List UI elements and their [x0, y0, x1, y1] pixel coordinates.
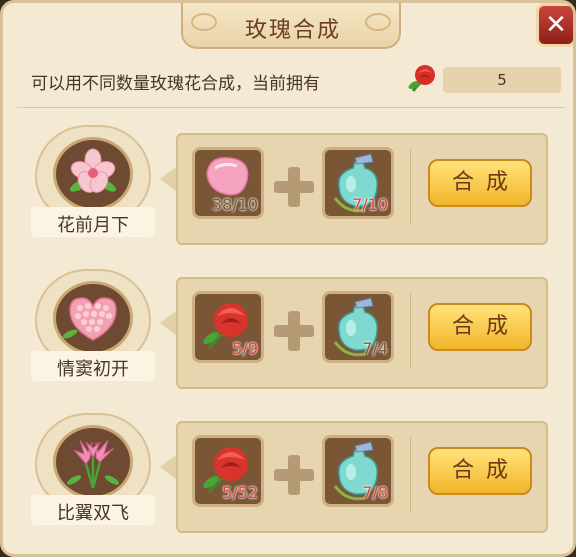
- recipe-name: 花前月下: [57, 215, 129, 236]
- plus-icon: [274, 311, 314, 351]
- info-bar: 可以用不同数量玫瑰花合成，当前拥有 5: [17, 59, 565, 103]
- recipe-row: 花前月下 38/10 7/10 合成: [3, 123, 573, 253]
- recipe-name: 情窦初开: [57, 359, 129, 380]
- title-tab: 玫瑰合成: [181, 3, 401, 49]
- rose-count: 5: [497, 71, 507, 89]
- synthesize-button[interactable]: 合成: [428, 303, 532, 351]
- ingredient-slot-rose[interactable]: 5/9: [192, 291, 264, 363]
- plus-icon: [274, 455, 314, 495]
- rose-count-box: 5: [443, 67, 561, 93]
- item-count: 7/4: [362, 339, 388, 358]
- rose-synthesis-panel: 玫瑰合成 ✕ 可以用不同数量玫瑰花合成，当前拥有 5 花前月下 38/10 7/…: [0, 0, 576, 557]
- divider: [17, 107, 565, 108]
- divider: [410, 437, 411, 513]
- synthesize-button[interactable]: 合成: [428, 159, 532, 207]
- close-button[interactable]: ✕: [536, 3, 573, 47]
- recipe-row: 比翼双飞 5/52 7/8 合成: [3, 411, 573, 541]
- synthesize-button-label: 合成: [451, 314, 520, 339]
- ingredient-slot-rose[interactable]: 5/52: [192, 435, 264, 507]
- synthesize-button-label: 合成: [451, 458, 520, 483]
- close-icon: ✕: [545, 10, 567, 40]
- recipe-name: 比翼双飞: [57, 503, 129, 524]
- divider: [410, 149, 411, 225]
- pointer-arrow: [160, 311, 176, 335]
- pointer-arrow: [160, 455, 176, 479]
- item-count: 5/52: [222, 483, 258, 502]
- ingredient-slot-bottle[interactable]: 7/4: [322, 291, 394, 363]
- item-count: 38/10: [211, 195, 258, 214]
- synthesize-button-label: 合成: [451, 170, 520, 195]
- moonlight-flower-icon: [53, 137, 133, 211]
- ingredient-slot-bottle[interactable]: 7/10: [322, 147, 394, 219]
- recipe-row: 情窦初开 5/9 7/4 合成: [3, 267, 573, 397]
- rose-icon: [408, 65, 435, 92]
- lily-bouquet-icon: [53, 425, 133, 499]
- pointer-arrow: [160, 167, 176, 191]
- ingredient-slot-petal[interactable]: 38/10: [192, 147, 264, 219]
- item-count: 7/8: [362, 483, 388, 502]
- recipe-box: 38/10 7/10 合成: [176, 133, 548, 245]
- recipe-box: 5/52 7/8 合成: [176, 421, 548, 533]
- info-text: 可以用不同数量玫瑰花合成，当前拥有: [31, 74, 320, 94]
- divider: [410, 293, 411, 369]
- item-count: 5/9: [232, 339, 258, 358]
- ingredient-slot-bottle[interactable]: 7/8: [322, 435, 394, 507]
- panel-title: 玫瑰合成: [244, 18, 341, 43]
- recipe-box: 5/9 7/4 合成: [176, 277, 548, 389]
- heart-bouquet-icon: [53, 281, 133, 355]
- plus-icon: [274, 167, 314, 207]
- synthesize-button[interactable]: 合成: [428, 447, 532, 495]
- item-count: 7/10: [352, 195, 388, 214]
